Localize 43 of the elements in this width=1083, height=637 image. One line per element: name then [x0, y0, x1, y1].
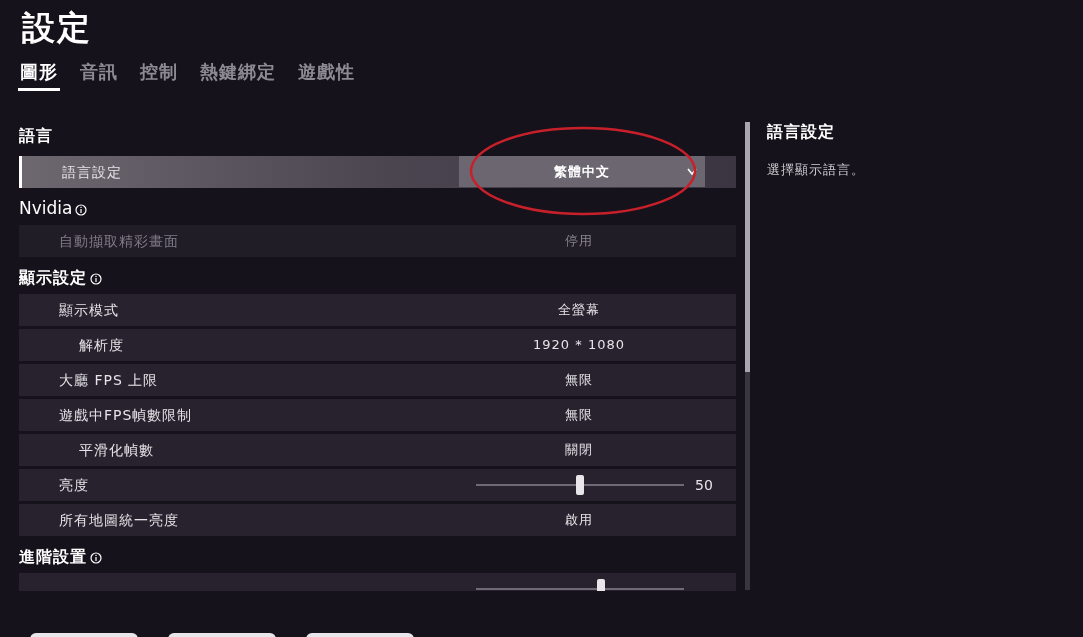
setting-value: 1920 * 1080 — [532, 336, 626, 355]
settings-row[interactable]: 遊戲中FPS幀數限制 無限 — [19, 399, 736, 431]
slider-thumb[interactable] — [576, 475, 584, 495]
setting-label: 遊戲中FPS幀數限制 — [59, 405, 193, 425]
section-heading: 語言 — [19, 125, 53, 147]
settings-tab[interactable]: 遊戲性 — [298, 59, 355, 89]
setting-value: 停用 — [564, 232, 594, 251]
slider-track[interactable] — [476, 475, 684, 495]
settings-tab[interactable]: 圖形 — [20, 59, 58, 89]
details-description: 選擇顯示語言。 — [767, 161, 865, 179]
setting-value: 全螢幕 — [557, 301, 601, 320]
section-heading: 進階設置 — [19, 546, 87, 568]
setting-label: 大廳 FPS 上限 — [59, 370, 159, 390]
setting-value: 無限 — [564, 406, 594, 425]
settings-row[interactable]: 亮度 50 — [19, 469, 736, 501]
scrollbar[interactable] — [745, 122, 750, 590]
settings-tab[interactable]: 控制 — [140, 59, 178, 89]
section-heading: 顯示設定 — [19, 267, 87, 289]
details-title: 語言設定 — [767, 121, 835, 143]
language-dropdown[interactable]: 繁體中文 — [459, 156, 705, 187]
slider-reading: 50 — [695, 475, 713, 495]
settings-tab[interactable]: 熱鍵綁定 — [200, 59, 276, 89]
setting-label: 顯示模式 — [59, 300, 119, 320]
settings-tab[interactable]: 音訊 — [80, 59, 118, 89]
setting-label: 平滑化幀數 — [79, 440, 154, 460]
setting-value: 啟用 — [564, 511, 594, 530]
settings-row[interactable]: 所有地圖統一亮度 啟用 — [19, 504, 736, 536]
setting-label: 亮度 — [59, 475, 89, 495]
scrollbar-thumb[interactable] — [745, 122, 750, 372]
setting-label: 所有地圖統一亮度 — [59, 510, 179, 530]
page-title: 設定 — [22, 8, 92, 48]
settings-row[interactable]: 大廳 FPS 上限 無限 — [19, 364, 736, 396]
settings-row[interactable]: 平滑化幀數 關閉 — [19, 434, 736, 466]
setting-value: 關閉 — [564, 441, 594, 460]
setting-label: 語言設定 — [62, 162, 122, 182]
settings-row[interactable]: 顯示模式 全螢幕 — [19, 294, 736, 326]
chevron-down-icon — [687, 168, 697, 176]
setting-label: 解析度 — [79, 335, 124, 355]
section-heading: Nvidia — [19, 197, 73, 221]
settings-row[interactable]: 語言設定 繁體中文 — [19, 156, 736, 188]
setting-label: 自動擷取精彩畫面 — [59, 231, 179, 251]
setting-value: 無限 — [564, 371, 594, 390]
settings-row[interactable]: 解析度 1920 * 1080 — [19, 329, 736, 361]
